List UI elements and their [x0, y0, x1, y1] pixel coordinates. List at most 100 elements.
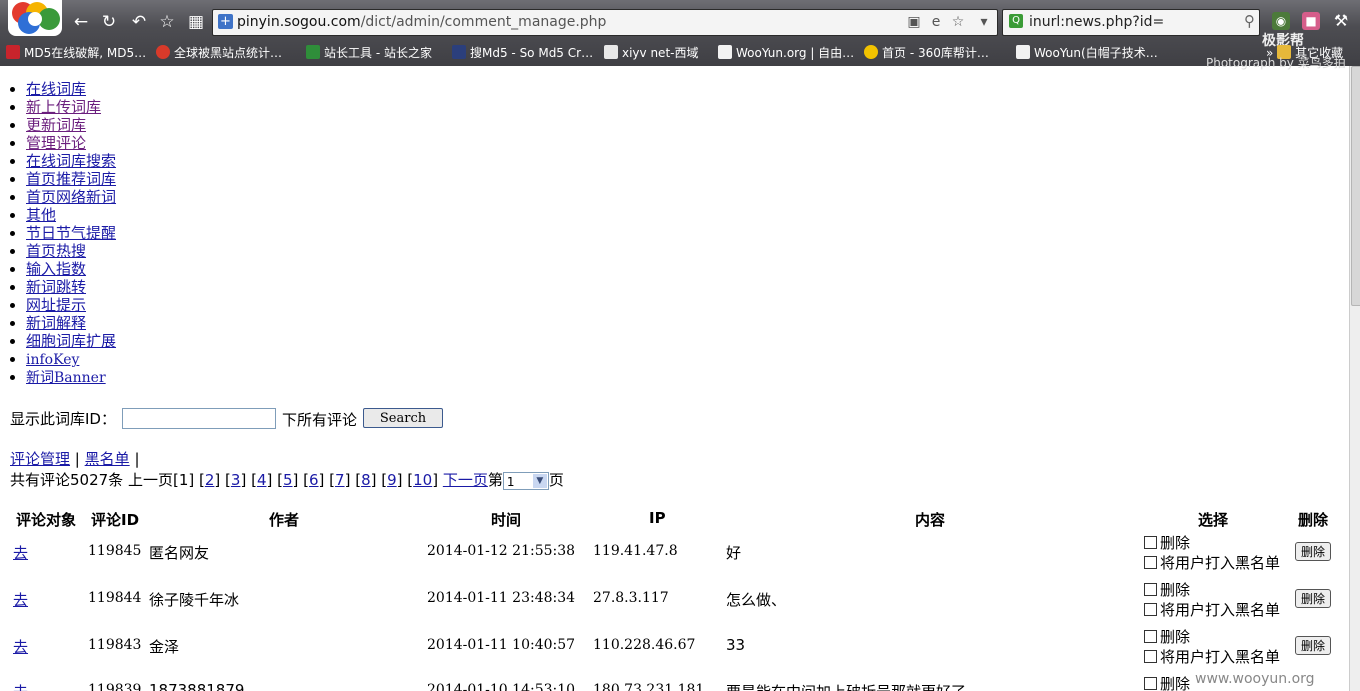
- back-icon[interactable]: ←: [70, 12, 92, 32]
- goto-link[interactable]: 去: [13, 544, 28, 562]
- col-header-id: 评论ID: [91, 511, 140, 529]
- separator: |: [74, 450, 80, 468]
- bookmark-item[interactable]: 搜Md5 - So Md5 Cr…: [452, 44, 593, 61]
- delete-checkbox[interactable]: 删除: [1144, 532, 1190, 553]
- nav-link-new-words[interactable]: 首页网络新词: [26, 188, 116, 206]
- address-bar[interactable]: + pinyin.sogou.com/dict/admin/comment_ma…: [212, 9, 998, 36]
- content-cell: 好: [726, 544, 742, 562]
- nav-item: 首页推荐词库: [26, 170, 116, 188]
- nav-link-url-hint[interactable]: 网址提示: [26, 296, 86, 314]
- jump-suffix: 页: [548, 471, 564, 489]
- bookmark-item[interactable]: 全球被黑站点统计…: [156, 44, 282, 61]
- nav-link-recommended[interactable]: 首页推荐词库: [26, 170, 116, 188]
- nav-link-dict-search[interactable]: 在线词库搜索: [26, 152, 116, 170]
- scrollbar-thumb[interactable]: [1351, 66, 1360, 306]
- reload-icon[interactable]: ↻: [98, 12, 120, 32]
- screen-icon[interactable]: ▣: [905, 13, 923, 31]
- nav-link-manage-comments[interactable]: 管理评论: [26, 134, 86, 152]
- checkbox-icon[interactable]: [1144, 630, 1157, 643]
- search-bar[interactable]: Q inurl:news.php?id= ⚲: [1002, 9, 1260, 36]
- ip-cell: 180.73.231.181: [593, 682, 705, 691]
- delete-button[interactable]: 删除: [1295, 542, 1331, 561]
- search-button[interactable]: Search: [363, 408, 443, 428]
- page-link[interactable]: 6: [309, 471, 319, 489]
- scrollbar[interactable]: [1349, 66, 1360, 691]
- nav-link-holiday[interactable]: 节日节气提醒: [26, 224, 116, 242]
- target-cell: 去: [13, 542, 28, 563]
- bookmark-favicon-icon: [864, 45, 878, 59]
- id-cell: 119843: [88, 637, 142, 653]
- nav-link-other[interactable]: 其他: [26, 206, 56, 224]
- search-icon[interactable]: ⚲: [1244, 12, 1255, 30]
- search-query[interactable]: inurl:news.php?id=: [1029, 14, 1164, 30]
- extension-icon[interactable]: ◉: [1272, 12, 1290, 30]
- nav-link-banner[interactable]: 新词Banner: [26, 370, 106, 386]
- nav-link-update-dict[interactable]: 更新词库: [26, 116, 86, 134]
- nav-link-new-upload[interactable]: 新上传词库: [26, 98, 101, 116]
- url-text[interactable]: pinyin.sogou.com/dict/admin/comment_mana…: [237, 14, 606, 30]
- checkbox-icon[interactable]: [1144, 677, 1157, 690]
- nav-link-word-redirect[interactable]: 新词跳转: [26, 278, 86, 296]
- delete-checkbox[interactable]: 删除: [1144, 626, 1190, 647]
- search-engine-icon[interactable]: Q: [1009, 14, 1023, 28]
- nav-item: 新上传词库: [26, 98, 116, 116]
- page-link[interactable]: 4: [257, 471, 267, 489]
- nav-item: 首页网络新词: [26, 188, 116, 206]
- favorite-star-icon[interactable]: ☆: [949, 13, 967, 31]
- nav-link-hot-search[interactable]: 首页热搜: [26, 242, 86, 260]
- ip-cell: 110.228.46.67: [593, 637, 696, 653]
- nav-link-cell-dict[interactable]: 细胞词库扩展: [26, 332, 116, 350]
- nav-link-infokey[interactable]: infoKey: [26, 352, 79, 368]
- delete-button[interactable]: 删除: [1295, 589, 1331, 608]
- blacklist-checkbox[interactable]: 将用户打入黑名单: [1144, 552, 1280, 573]
- page-link[interactable]: 5: [283, 471, 293, 489]
- goto-link[interactable]: 去: [13, 683, 28, 691]
- grid-icon[interactable]: ▦: [185, 12, 207, 32]
- bookmark-item[interactable]: 站长工具 - 站长之家: [306, 44, 432, 61]
- nav-item: 新词解释: [26, 314, 116, 332]
- checkbox-icon[interactable]: [1144, 650, 1157, 663]
- checkbox-icon[interactable]: [1144, 536, 1157, 549]
- page-link[interactable]: 9: [387, 471, 397, 489]
- star-icon[interactable]: ☆: [156, 12, 178, 32]
- dict-id-input[interactable]: [122, 408, 276, 429]
- bookmark-item[interactable]: MD5在线破解, MD5…: [6, 44, 146, 61]
- next-page-link[interactable]: 下一页: [443, 471, 488, 489]
- delete-button[interactable]: 删除: [1295, 636, 1331, 655]
- page-link[interactable]: 3: [231, 471, 241, 489]
- page-link[interactable]: 8: [361, 471, 371, 489]
- bookmark-item[interactable]: WooYun.org | 自由…: [718, 44, 854, 61]
- extension-red-icon[interactable]: ■: [1302, 12, 1320, 30]
- blacklist-checkbox[interactable]: 将用户打入黑名单: [1144, 646, 1280, 667]
- blacklist-checkbox[interactable]: 将用户打入黑名单: [1144, 599, 1280, 620]
- undo-icon[interactable]: ↶: [128, 12, 150, 32]
- bookmark-item[interactable]: xiyv net-西域: [604, 44, 698, 61]
- ie-icon[interactable]: e: [927, 13, 945, 31]
- delete-checkbox[interactable]: 删除: [1144, 579, 1190, 600]
- checkbox-icon[interactable]: [1144, 583, 1157, 596]
- delete-checkbox[interactable]: 删除: [1144, 673, 1190, 691]
- nav-link-input-index[interactable]: 输入指数: [26, 260, 86, 278]
- checkbox-icon[interactable]: [1144, 603, 1157, 616]
- dropdown-icon[interactable]: ▾: [975, 13, 993, 31]
- filter-form: 显示此词库ID： 下所有评论 Search: [10, 408, 443, 429]
- page-link[interactable]: 7: [335, 471, 345, 489]
- page-select[interactable]: 1 ▼: [502, 471, 549, 490]
- bookmark-favicon-icon: [6, 45, 20, 59]
- goto-link[interactable]: 去: [13, 638, 28, 656]
- tab-comment-manage[interactable]: 评论管理: [10, 450, 70, 468]
- page-link[interactable]: 2: [205, 471, 215, 489]
- col-header-content: 内容: [915, 511, 946, 529]
- wrench-icon[interactable]: ⚒: [1332, 12, 1350, 30]
- goto-link[interactable]: 去: [13, 591, 28, 609]
- add-icon[interactable]: +: [218, 14, 233, 29]
- nav-link-online-dict[interactable]: 在线词库: [26, 80, 86, 98]
- chevron-down-icon: ▼: [532, 473, 547, 488]
- checkbox-icon[interactable]: [1144, 556, 1157, 569]
- page-link[interactable]: 10: [413, 471, 432, 489]
- page-icon: [1016, 45, 1030, 59]
- bookmark-item[interactable]: 首页 - 360库帮计…: [864, 44, 989, 61]
- bookmark-item[interactable]: WooYun(白帽子技术…: [1016, 44, 1158, 61]
- nav-link-word-explain[interactable]: 新词解释: [26, 314, 86, 332]
- tab-blacklist[interactable]: 黑名单: [85, 450, 130, 468]
